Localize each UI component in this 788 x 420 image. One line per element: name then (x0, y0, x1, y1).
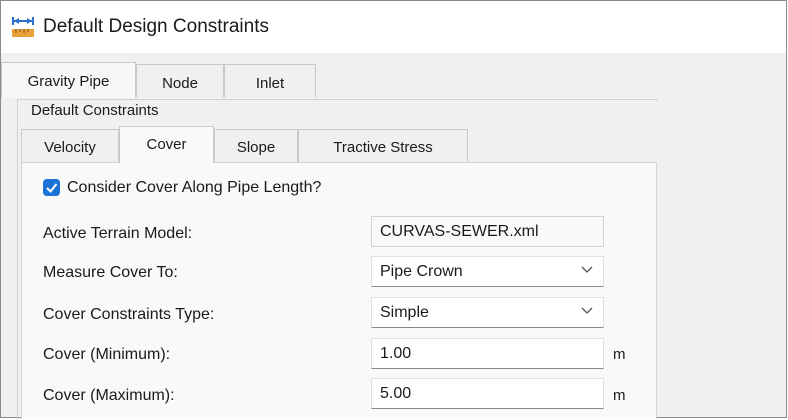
measure-cover-label: Measure Cover To: (43, 264, 178, 281)
terrain-model-value: CURVAS-SEWER.xml (380, 223, 539, 240)
tab-label: Inlet (255, 75, 285, 92)
constraints-type-value: Simple (380, 304, 429, 321)
cover-maximum-input[interactable]: 5.00 (371, 378, 604, 409)
cover-minimum-value: 1.00 (380, 345, 412, 362)
cover-maximum-value: 5.00 (380, 385, 412, 402)
dimension-arrows-icon (12, 17, 34, 37)
terrain-model-field: CURVAS-SEWER.xml (371, 216, 604, 247)
measure-cover-dropdown[interactable]: Pipe Crown (371, 256, 604, 287)
cover-minimum-label: Cover (Minimum): (43, 346, 171, 363)
tab-gravity-pipe[interactable]: Gravity Pipe (1, 62, 136, 98)
title-bar: Default Design Constraints (1, 1, 786, 53)
cover-minimum-input[interactable]: 1.00 (371, 338, 604, 369)
tab-node[interactable]: Node (136, 64, 224, 97)
consider-cover-checkbox[interactable] (43, 179, 60, 196)
window-title: Default Design Constraints (43, 16, 269, 37)
top-tab-strip: Gravity Pipe Node Inlet (1, 62, 786, 98)
tab-inlet[interactable]: Inlet (224, 64, 316, 97)
constraints-type-dropdown[interactable]: Simple (371, 297, 604, 328)
tab-label: Tractive Stress (333, 139, 433, 156)
tab-slope[interactable]: Slope (214, 129, 298, 162)
constraints-type-label: Cover Constraints Type: (43, 306, 215, 323)
cover-maximum-label: Cover (Maximum): (43, 387, 175, 404)
dialog-window: Default Design Constraints Gravity Pipe … (0, 0, 787, 420)
tab-label: Velocity (44, 139, 96, 156)
consider-cover-label[interactable]: Consider Cover Along Pipe Length? (67, 179, 321, 197)
tab-cover[interactable]: Cover (119, 126, 214, 163)
tab-tractive-stress[interactable]: Tractive Stress (298, 129, 468, 162)
group-label: Default Constraints (29, 102, 161, 119)
cover-minimum-unit: m (613, 346, 626, 363)
terrain-model-label: Active Terrain Model: (43, 225, 193, 242)
chevron-down-icon (581, 307, 593, 314)
tab-label: Gravity Pipe (27, 73, 110, 90)
tab-label: Node (162, 75, 198, 92)
tab-label: Slope (236, 139, 276, 156)
cover-maximum-unit: m (613, 387, 626, 404)
chevron-down-icon (581, 266, 593, 273)
tab-label: Cover (146, 136, 187, 153)
measure-cover-value: Pipe Crown (380, 263, 463, 280)
tab-velocity[interactable]: Velocity (21, 129, 119, 162)
